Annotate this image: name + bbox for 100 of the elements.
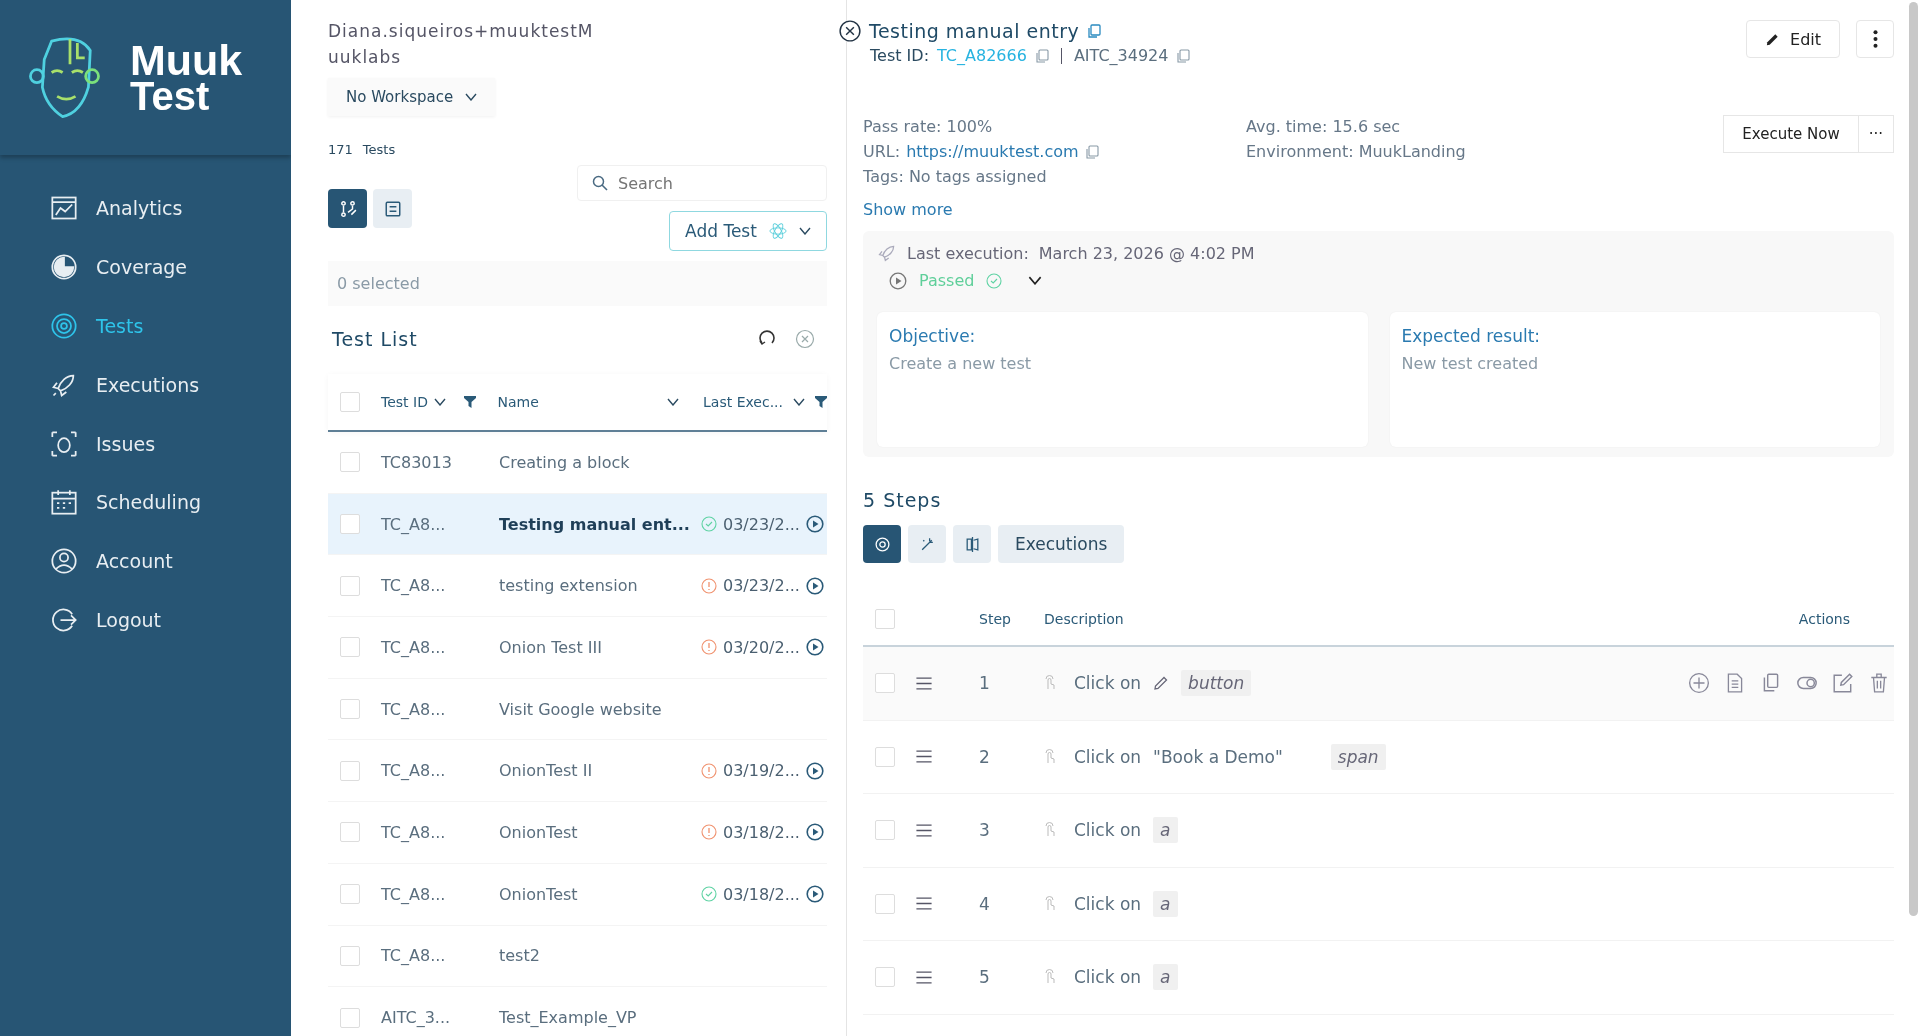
table-cell: TC_A8... <box>381 822 446 842</box>
element-tag: span <box>1330 743 1386 770</box>
checkbox[interactable] <box>340 452 360 473</box>
table-row[interactable]: TC_A8... OnionTest 03/18/2... <box>328 863 827 926</box>
table-cell: testing extension <box>499 576 638 596</box>
table-cell: OnionTest <box>499 884 578 904</box>
sidebar-item[interactable]: Issues <box>0 414 291 473</box>
checkbox[interactable] <box>340 637 360 658</box>
sidebar-item[interactable]: Coverage <box>0 237 291 297</box>
tab[interactable]: Executions <box>998 525 1125 563</box>
step-row[interactable]: 4 Click on a <box>863 867 1894 941</box>
play-icon[interactable] <box>805 823 824 842</box>
drag-handle-icon[interactable] <box>915 750 933 764</box>
table-row[interactable]: TC_A8... Testing manual ent... 03/23/2... <box>328 493 827 556</box>
column-header[interactable]: Last Exec... <box>703 394 783 410</box>
step-row[interactable]: 1 Click on button <box>863 647 1894 721</box>
play-icon[interactable] <box>805 885 824 904</box>
table-row[interactable]: TC_A8... test2 <box>328 925 827 988</box>
checkbox[interactable] <box>875 609 895 629</box>
more-options-button[interactable] <box>1856 20 1894 58</box>
gear-tab[interactable] <box>863 525 901 563</box>
column-header[interactable]: Test ID <box>381 394 428 410</box>
checkbox[interactable] <box>340 575 360 596</box>
sidebar-item[interactable]: Logout <box>0 590 291 650</box>
chevron-icon[interactable] <box>667 398 679 406</box>
drag-handle-icon[interactable] <box>915 970 933 984</box>
sidebar-item[interactable]: Scheduling <box>0 473 291 532</box>
play-icon[interactable] <box>805 576 824 595</box>
sidebar-item[interactable]: Account <box>0 531 291 591</box>
column-header[interactable]: Name <box>497 394 539 410</box>
sidebar-item[interactable]: Analytics <box>0 179 291 238</box>
chevron-icon[interactable] <box>1028 276 1043 285</box>
step-row[interactable]: 5 Click on a <box>863 941 1894 1015</box>
close-icon[interactable] <box>839 20 861 42</box>
table-row[interactable]: TC_A8... OnionTest 03/18/2... <box>328 802 827 864</box>
copy-icon[interactable] <box>1034 48 1049 63</box>
play-icon[interactable] <box>805 761 824 780</box>
checkbox[interactable] <box>875 746 895 767</box>
element-tag: a <box>1153 964 1178 991</box>
pencil-icon[interactable] <box>1153 675 1170 692</box>
edit-icon[interactable] <box>1832 672 1854 695</box>
checkbox[interactable] <box>340 514 360 535</box>
checkbox[interactable] <box>340 884 360 905</box>
checkbox[interactable] <box>340 392 360 412</box>
checkbox[interactable] <box>340 1007 360 1028</box>
checkbox[interactable] <box>875 893 895 914</box>
table-row[interactable]: TC_A8... Visit Google website <box>328 678 827 741</box>
sidebar-item[interactable]: Executions <box>0 355 291 415</box>
execute-now-button[interactable]: Execute Now <box>1723 115 1859 153</box>
chevron-icon[interactable] <box>793 398 805 406</box>
copy-icon[interactable] <box>1084 144 1099 159</box>
step-action: Click on <box>1074 673 1142 694</box>
wand-tab[interactable] <box>908 525 946 563</box>
drag-handle-icon[interactable] <box>915 823 933 837</box>
scrollbar[interactable] <box>1909 2 1918 916</box>
table-row[interactable]: AITC_3... Test_Example_VP <box>328 987 827 1036</box>
objective-label: Objective: <box>889 326 977 346</box>
checkbox[interactable] <box>875 673 895 694</box>
filter-icon[interactable] <box>463 396 476 408</box>
table-row[interactable]: TC_A8... OnionTest II 03/19/2... <box>328 740 827 803</box>
play-icon[interactable] <box>889 271 907 290</box>
table-row[interactable]: TC_A8... Onion Test III 03/20/2... <box>328 617 827 679</box>
checkbox[interactable] <box>340 945 360 966</box>
search-icon <box>592 175 608 191</box>
checkbox[interactable] <box>340 822 360 843</box>
drag-handle-icon[interactable] <box>915 676 933 690</box>
drag-handle-icon[interactable] <box>915 897 933 911</box>
trash-icon[interactable] <box>1868 672 1890 695</box>
list-view-button[interactable] <box>373 189 412 228</box>
compare-tab[interactable] <box>953 525 991 563</box>
tags-text: Tags: No tags assigned <box>863 167 1048 186</box>
step-target: "Book a Demo" <box>1153 746 1283 767</box>
pass-rate: Pass rate: 100% <box>863 117 994 136</box>
url-link[interactable]: https://muuktest.com <box>906 142 1079 161</box>
edit-button[interactable]: Edit <box>1746 20 1840 58</box>
more-options-button[interactable]: ··· <box>1858 115 1894 153</box>
play-icon[interactable] <box>805 515 824 534</box>
add-test-button[interactable]: Add Test <box>669 211 827 251</box>
copy-icon[interactable] <box>1176 48 1191 63</box>
chevron-icon[interactable] <box>433 398 446 406</box>
add-icon[interactable] <box>1688 672 1710 695</box>
tap-icon <box>1044 675 1056 692</box>
workspace-dropdown[interactable]: No Workspace <box>328 78 496 116</box>
checkbox[interactable] <box>340 760 360 781</box>
filter-icon[interactable] <box>815 396 827 408</box>
copy-icon[interactable] <box>1087 24 1102 38</box>
play-icon[interactable] <box>805 638 824 657</box>
step-row[interactable]: 3 Click on a <box>863 794 1894 868</box>
search-field[interactable]: Search <box>577 165 827 201</box>
checkbox[interactable] <box>340 699 360 720</box>
step-row[interactable]: 2 Click on "Book a Demo" span <box>863 720 1894 794</box>
table-row[interactable]: TC83013 Creating a block <box>328 432 827 494</box>
sidebar-item[interactable]: Tests <box>0 296 291 356</box>
table-row[interactable]: TC_A8... testing extension 03/23/2... <box>328 555 827 618</box>
test-count-label: Tests <box>362 142 396 157</box>
checkbox[interactable] <box>875 967 895 988</box>
checkbox[interactable] <box>875 820 895 841</box>
flow-view-button[interactable] <box>328 189 367 228</box>
result-status: Passed <box>919 271 975 290</box>
show-more-link[interactable]: Show more <box>863 200 953 219</box>
